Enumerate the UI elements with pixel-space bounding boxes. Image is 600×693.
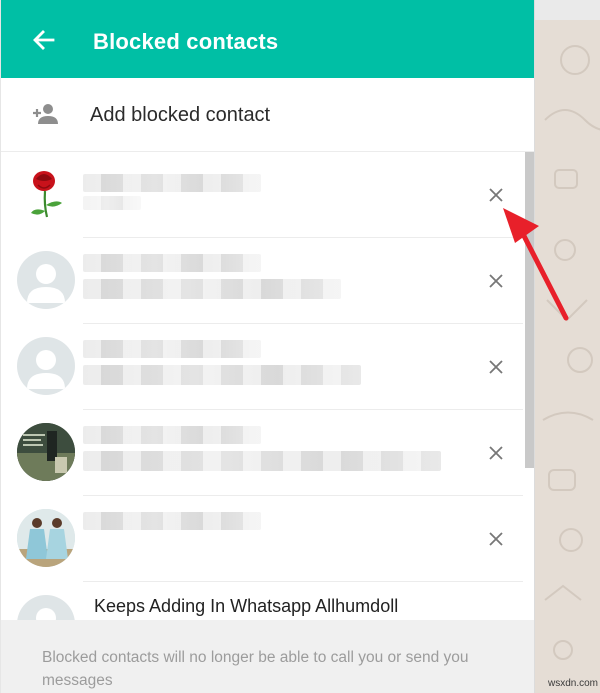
contact-row[interactable]: Keeps Adding In Whatsapp Allhumdoll: [1, 582, 523, 620]
panel-header: Blocked contacts: [1, 0, 534, 78]
add-blocked-contact-label: Add blocked contact: [90, 104, 271, 126]
blurred-name: [83, 512, 261, 530]
close-icon: [489, 188, 503, 202]
blocked-contacts-list: Keeps Adding In Whatsapp Allhumdoll: [1, 152, 534, 620]
default-avatar-icon: [17, 337, 75, 395]
blurred-name: [83, 426, 261, 444]
blocked-contacts-panel: Blocked contacts Add blocked contact Kee…: [0, 0, 535, 693]
default-avatar-icon: [17, 595, 75, 620]
whatsapp-window: Blocked contacts Add blocked contact Kee…: [0, 0, 600, 693]
contact-row[interactable]: [1, 324, 523, 410]
photo-avatar-icon: [17, 509, 75, 567]
close-icon: [489, 360, 503, 374]
blurred-status: [83, 365, 361, 385]
add-blocked-contact-button[interactable]: Add blocked contact: [1, 78, 534, 152]
blocked-info-text: Blocked contacts will no longer be able …: [42, 649, 469, 689]
close-icon: [489, 532, 503, 546]
unblock-button[interactable]: [485, 442, 507, 464]
unblock-button[interactable]: [485, 270, 507, 292]
default-avatar-icon: [17, 251, 75, 309]
blurred-name: [83, 174, 261, 192]
blurred-name: [83, 340, 261, 358]
watermark-text: wsxdn.com: [548, 678, 599, 689]
wallpaper-doodle-icon: [542, 45, 600, 660]
rose-avatar-icon: [17, 165, 75, 223]
blocked-info-footer: Blocked contacts will no longer be able …: [1, 620, 534, 693]
blurred-status: [83, 279, 341, 299]
page-title: Blocked contacts: [93, 29, 279, 54]
blurred-status: [83, 451, 441, 471]
blurred-status: [83, 196, 141, 210]
close-icon: [489, 274, 503, 288]
back-button[interactable]: [23, 21, 63, 61]
unblock-button[interactable]: [485, 356, 507, 378]
blurred-name: [83, 254, 261, 272]
photo-avatar-icon: [17, 423, 75, 481]
chat-wallpaper: [535, 0, 600, 693]
contact-row[interactable]: [1, 238, 523, 324]
list-scrollbar[interactable]: [525, 152, 534, 468]
rose-icon: [31, 171, 62, 218]
unblock-button[interactable]: [485, 184, 507, 206]
contact-name: Keeps Adding In Whatsapp Allhumdoll: [94, 596, 399, 616]
contact-row[interactable]: [1, 152, 523, 238]
contact-row[interactable]: [1, 496, 523, 582]
contact-row[interactable]: [1, 410, 523, 496]
arrow-left-icon: [33, 30, 55, 50]
add-person-icon: [33, 104, 58, 124]
close-icon: [489, 446, 503, 460]
unblock-button[interactable]: [485, 528, 507, 550]
